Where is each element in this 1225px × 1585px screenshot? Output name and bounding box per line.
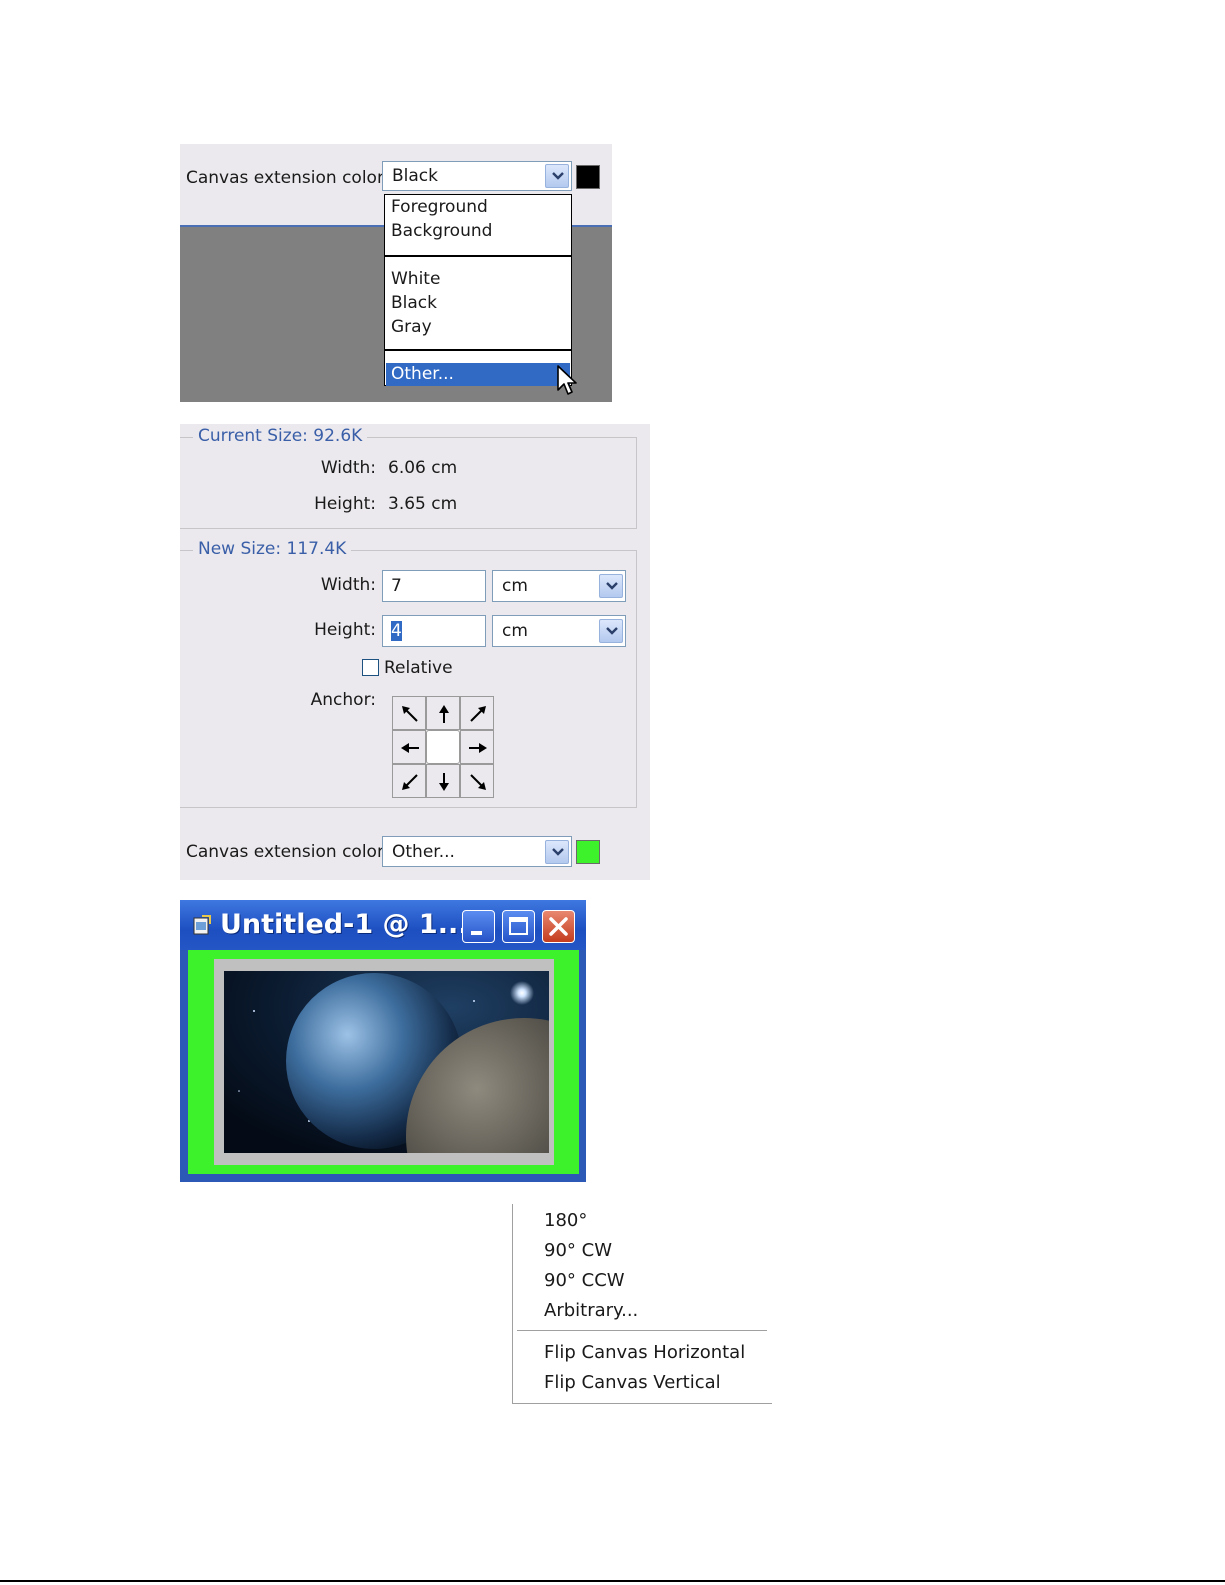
width-input[interactable]: 7: [382, 570, 486, 602]
select-value: Other...: [392, 842, 455, 862]
anchor-left[interactable]: [392, 730, 426, 764]
page-bottom-rule: [0, 1580, 1225, 1582]
arrow-up-right-icon: [470, 706, 486, 722]
menu-separator: [517, 1330, 767, 1331]
window-titlebar[interactable]: Untitled-1 @ 1...: [180, 900, 586, 950]
width-unit-select[interactable]: cm: [492, 570, 626, 602]
canvas-extension-color-options: Foreground Background White Black Gray O…: [384, 194, 572, 386]
canvas-extension-dropdown-panel: Canvas extension color: Black Foreground…: [180, 144, 612, 402]
menu-item-rotate-90-ccw[interactable]: 90° CCW: [544, 1270, 625, 1291]
current-height-value: 3.65 cm: [388, 494, 458, 514]
height-unit-select[interactable]: cm: [492, 615, 626, 647]
option-white[interactable]: White: [391, 269, 440, 289]
window-title: Untitled-1 @ 1...: [220, 909, 469, 940]
maximize-button[interactable]: [502, 910, 535, 943]
option-background[interactable]: Background: [391, 221, 492, 241]
color-swatch[interactable]: [576, 165, 600, 189]
arrow-right-icon: [469, 743, 487, 753]
new-size-legend: New Size: 117.4K: [193, 539, 352, 559]
option-other-label: Other...: [391, 364, 454, 384]
minimize-icon: [471, 931, 482, 935]
planet-image: [224, 971, 549, 1153]
menu-item-arbitrary[interactable]: Arbitrary...: [544, 1300, 638, 1321]
canvas-extension-color-label: Canvas extension color:: [186, 168, 390, 188]
chevron-down-icon[interactable]: [545, 840, 569, 864]
new-height-label: Height:: [314, 620, 376, 640]
option-other[interactable]: Other...: [386, 363, 570, 386]
close-button[interactable]: [542, 910, 575, 943]
canvas-border: [214, 959, 554, 1165]
current-size-group: [180, 437, 637, 529]
relative-checkbox[interactable]: [362, 659, 379, 676]
anchor-bottom-left[interactable]: [392, 764, 426, 798]
arrow-down-left-icon: [402, 774, 418, 790]
current-width-value: 6.06 cm: [388, 458, 458, 478]
menu-item-flip-vertical[interactable]: Flip Canvas Vertical: [544, 1372, 721, 1393]
option-foreground[interactable]: Foreground: [391, 197, 488, 217]
canvas-extension-color-label: Canvas extension color:: [186, 842, 390, 862]
arrow-down-icon: [439, 773, 449, 791]
current-height-label: Height:: [314, 494, 376, 514]
new-width-label: Width:: [320, 575, 376, 595]
arrow-left-icon: [401, 743, 419, 753]
document-window: Untitled-1 @ 1...: [180, 900, 586, 1182]
option-black[interactable]: Black: [391, 293, 437, 313]
current-size-legend: Current Size: 92.6K: [193, 426, 368, 446]
menu-item-rotate-180[interactable]: 180°: [544, 1210, 587, 1231]
anchor-center[interactable]: [426, 730, 460, 764]
minimize-button[interactable]: [462, 910, 495, 943]
close-icon: [549, 917, 568, 936]
anchor-bottom[interactable]: [426, 764, 460, 798]
planet-picture: [224, 971, 549, 1153]
arrow-down-right-icon: [470, 774, 486, 790]
menu-item-flip-horizontal[interactable]: Flip Canvas Horizontal: [544, 1342, 745, 1363]
color-swatch[interactable]: [576, 840, 600, 864]
arrow-up-left-icon: [402, 706, 418, 722]
relative-label: Relative: [384, 658, 453, 678]
anchor-label: Anchor:: [310, 690, 376, 710]
chevron-down-icon[interactable]: [599, 574, 623, 598]
photoshop-document-icon: [193, 915, 211, 935]
width-input-value: 7: [391, 576, 402, 596]
option-separator: [385, 255, 571, 257]
option-gray[interactable]: Gray: [391, 317, 432, 337]
chevron-down-icon[interactable]: [545, 164, 569, 188]
anchor-top-right[interactable]: [460, 696, 494, 730]
menu-item-rotate-90-cw[interactable]: 90° CW: [544, 1240, 612, 1261]
height-unit-value: cm: [502, 621, 528, 641]
current-width-label: Width:: [320, 458, 376, 478]
canvas-extension-color-select[interactable]: Black: [382, 161, 572, 191]
maximize-icon: [509, 917, 528, 935]
anchor-top[interactable]: [426, 696, 460, 730]
height-input-value: 4: [391, 621, 402, 641]
arrow-up-icon: [439, 705, 449, 723]
mouse-cursor-icon: [557, 365, 577, 395]
anchor-right[interactable]: [460, 730, 494, 764]
canvas-size-dialog: Current Size: 92.6K Width: 6.06 cm Heigh…: [180, 424, 650, 880]
canvas-extension-area: [188, 950, 579, 1174]
width-unit-value: cm: [502, 576, 528, 596]
chevron-down-icon[interactable]: [599, 619, 623, 643]
rotate-canvas-menu: 180° 90° CW 90° CCW Arbitrary... Flip Ca…: [512, 1204, 772, 1404]
height-input[interactable]: 4: [382, 615, 486, 647]
select-value: Black: [392, 166, 438, 186]
anchor-top-left[interactable]: [392, 696, 426, 730]
canvas-extension-color-select[interactable]: Other...: [382, 836, 572, 867]
anchor-bottom-right[interactable]: [460, 764, 494, 798]
option-separator: [385, 349, 571, 351]
anchor-grid: [392, 696, 494, 798]
